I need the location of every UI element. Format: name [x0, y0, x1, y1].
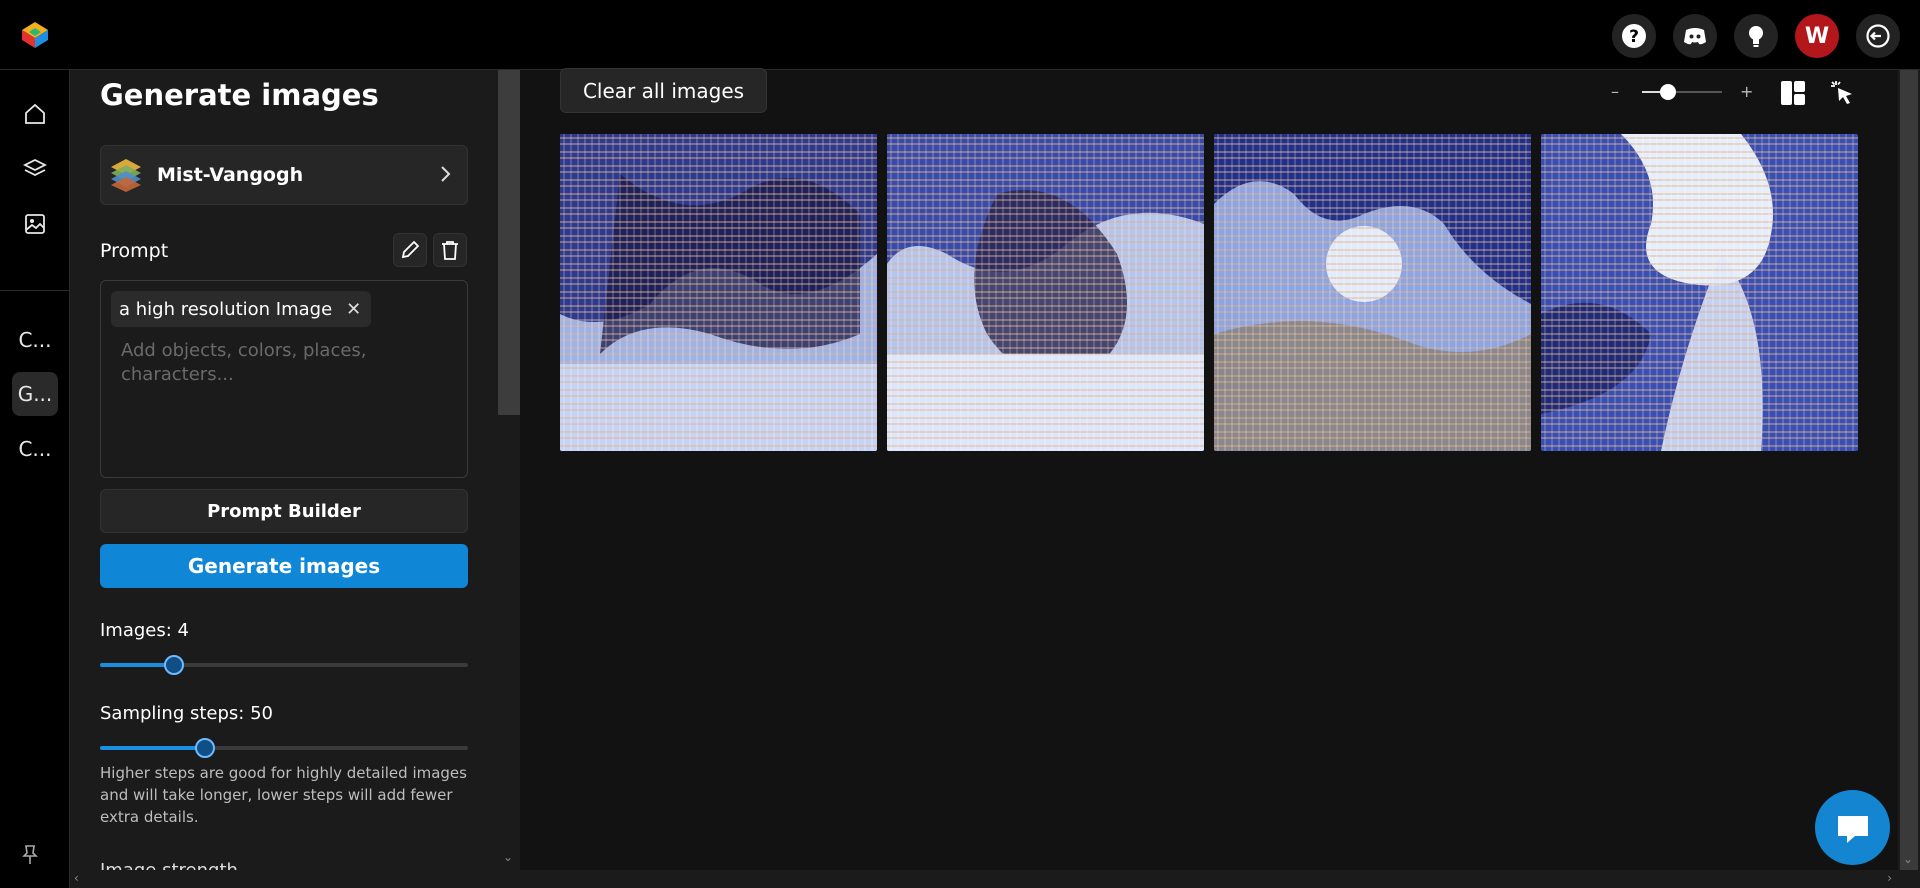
trash-icon [442, 241, 458, 260]
slider-knob[interactable] [195, 738, 215, 758]
generated-image[interactable] [560, 134, 877, 451]
pin-icon[interactable] [20, 844, 40, 866]
settings-panel: Generate images Mist-Vangogh Prompt a hi… [70, 70, 520, 870]
model-selector[interactable]: Mist-Vangogh [100, 145, 468, 205]
generate-images-button[interactable]: Generate images [100, 544, 468, 588]
prompt-builder-button[interactable]: Prompt Builder [100, 489, 468, 533]
scroll-right-arrow-icon[interactable]: › [1887, 871, 1892, 885]
next-section-label: Image strength [100, 860, 238, 870]
generated-image[interactable] [1541, 134, 1858, 451]
page-title: Generate images [100, 78, 379, 112]
image-icon [25, 214, 45, 234]
generated-image-1 [560, 134, 877, 451]
model-name: Mist-Vangogh [157, 164, 304, 186]
zoom-out-button[interactable]: – [1611, 82, 1619, 101]
help-button[interactable]: ? [1612, 14, 1656, 58]
panel-scrollbar[interactable]: ⌄ [498, 70, 520, 870]
zoom-slider[interactable] [1642, 84, 1722, 100]
model-thumbnail [111, 159, 141, 192]
discord-button[interactable] [1673, 14, 1717, 58]
generated-image-4 [1541, 134, 1858, 451]
rail-recent-label: C... [18, 328, 52, 352]
rail-recent-label: G... [17, 382, 53, 406]
sampling-steps-slider[interactable] [100, 738, 468, 758]
user-avatar[interactable]: W [1795, 14, 1839, 58]
edit-prompt-button[interactable] [393, 233, 427, 267]
left-rail: C... G... C... [0, 70, 70, 888]
clear-all-images-button[interactable]: Clear all images [560, 68, 767, 113]
prompt-input[interactable]: a high resolution Image ✕ Add objects, c… [100, 280, 468, 478]
rail-recent-item[interactable]: C... [12, 427, 58, 471]
avatar-letter: W [1804, 23, 1830, 49]
svg-text:?: ? [1629, 27, 1639, 47]
chat-support-button[interactable] [1815, 790, 1890, 865]
logout-icon [1866, 24, 1890, 48]
chevron-right-icon [441, 166, 451, 182]
generated-image[interactable] [887, 134, 1204, 451]
scroll-left-arrow-icon[interactable]: ‹ [74, 871, 79, 885]
question-icon: ? [1622, 24, 1646, 48]
prompt-chip: a high resolution Image ✕ [111, 291, 372, 327]
delete-prompt-button[interactable] [433, 233, 467, 267]
discord-icon [1684, 28, 1706, 45]
scrollbar-thumb[interactable] [498, 70, 520, 415]
sampling-steps-hint: Higher steps are good for highly detaile… [100, 764, 467, 826]
prompt-label: Prompt [100, 240, 169, 262]
rail-home-button[interactable] [12, 92, 58, 136]
rail-recent-item-active[interactable]: G... [12, 372, 58, 416]
layers-icon [23, 158, 47, 177]
rail-recent-label: C... [18, 437, 52, 461]
main-scrollbar[interactable]: ⌄ [1898, 70, 1920, 870]
slider-knob[interactable] [164, 655, 184, 675]
rail-divider [0, 290, 70, 291]
top-bar: ? W [0, 0, 1920, 70]
select-cursor-icon[interactable] [1828, 78, 1858, 108]
rail-images-button[interactable] [12, 202, 58, 246]
rail-recent-item[interactable]: C... [12, 318, 58, 362]
chat-bubble-icon [1837, 815, 1868, 843]
app-logo[interactable] [20, 20, 50, 50]
image-gallery [560, 134, 1858, 451]
logout-button[interactable] [1856, 14, 1900, 58]
prompt-placeholder: Add objects, colors, places, characters.… [121, 340, 367, 385]
sampling-steps-label: Sampling steps: 50 [100, 703, 273, 724]
slider-fill [100, 663, 174, 667]
pencil-icon [401, 240, 420, 259]
home-icon [25, 103, 45, 124]
images-count-label: Images: 4 [100, 620, 189, 641]
zoom-slider-knob[interactable] [1660, 84, 1676, 100]
lightbulb-icon [1749, 26, 1763, 47]
scrollbar-thumb[interactable] [1900, 70, 1918, 870]
scroll-down-arrow-icon[interactable]: ⌄ [503, 850, 513, 864]
images-count-slider[interactable] [100, 655, 468, 675]
prompt-chip-label: a high resolution Image [119, 298, 333, 320]
zoom-in-button[interactable]: + [1740, 82, 1753, 101]
scroll-down-arrow-icon[interactable]: ⌄ [1903, 852, 1913, 866]
close-icon[interactable]: ✕ [346, 299, 361, 320]
layout-grid-icon[interactable] [1778, 78, 1808, 108]
rail-models-button[interactable] [12, 147, 58, 191]
horizontal-scrollbar[interactable]: ‹ › [70, 870, 1920, 888]
ideas-button[interactable] [1734, 14, 1778, 58]
slider-fill [100, 746, 205, 750]
generated-image-2 [887, 134, 1204, 451]
generated-image-3 [1214, 134, 1531, 451]
generated-image[interactable] [1214, 134, 1531, 451]
